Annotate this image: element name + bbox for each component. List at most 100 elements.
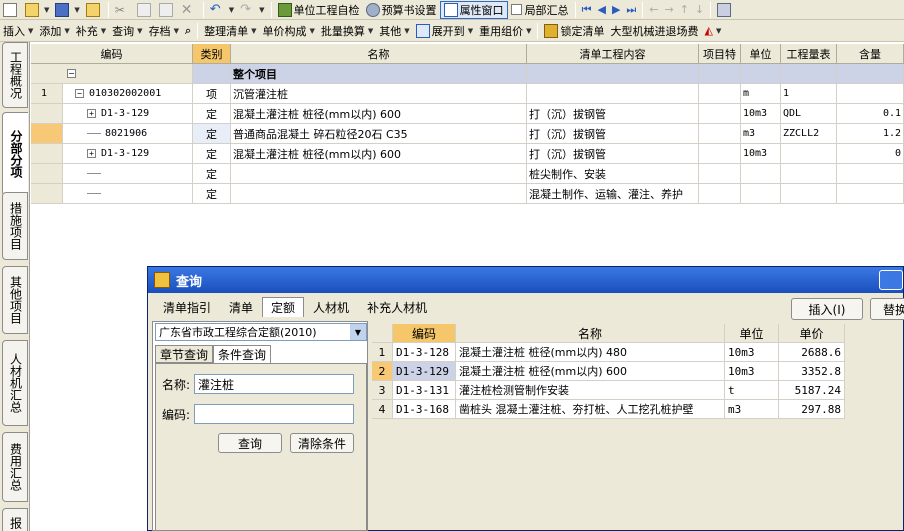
unit-cell[interactable]: 10m3 (741, 104, 781, 124)
tab-chapter-search[interactable]: 章节查询 (155, 345, 214, 363)
content-cell[interactable]: 打（沉）拔钢管 (527, 124, 699, 144)
tab-supplement-labor-material[interactable]: 补充人材机 (358, 297, 436, 317)
archive-menu[interactable]: 存档 ▼ (146, 22, 182, 40)
code-cell[interactable] (31, 184, 193, 204)
query-button[interactable]: 查询 (218, 433, 282, 453)
name-cell[interactable]: 混凝土灌注桩 桩径(mm以内) 600 (231, 144, 527, 164)
insert-button[interactable]: 插入(I) (791, 298, 863, 320)
name-cell[interactable]: 混凝土灌注桩 桩径(mm以内) 480 (456, 343, 725, 362)
fill-color-button[interactable]: ◭ ▼ (701, 22, 724, 40)
cut-button[interactable]: ✂ (112, 1, 134, 19)
type-cell[interactable]: 定 (193, 144, 231, 164)
property-window-button[interactable]: 属性窗口 (439, 0, 508, 19)
feature-cell[interactable] (699, 124, 741, 144)
name-cell[interactable]: 沉管灌注桩 (231, 84, 527, 104)
find-button[interactable]: ⌕ (182, 22, 194, 40)
copy-button[interactable] (134, 1, 156, 19)
calculator-button[interactable] (714, 1, 736, 19)
new-file-button[interactable] (0, 1, 22, 19)
minimize-button[interactable] (879, 270, 903, 290)
result-row[interactable]: 3 D1-3-131 灌注桩检测管制作安装 t 5187.24 (372, 381, 845, 400)
header-code[interactable]: 编码 (31, 44, 193, 64)
type-cell[interactable]: 定 (193, 184, 231, 204)
price-cell[interactable]: 2688.6 (779, 343, 845, 362)
undo-button[interactable]: ↶ ▼ (207, 1, 237, 19)
code-cell[interactable]: − (31, 64, 193, 84)
header-unit[interactable]: 单位 (725, 324, 779, 343)
table-row[interactable]: 定 混凝土制作、运输、灌注、养护 (31, 184, 904, 204)
move-up-button[interactable]: ↑ (677, 1, 692, 19)
other-menu[interactable]: 其他 ▼ (376, 22, 412, 40)
unit-cell[interactable] (741, 164, 781, 184)
unit-cell[interactable]: m3 (725, 400, 779, 419)
amount-cell[interactable] (837, 64, 904, 84)
table-row[interactable]: − 整个项目 (31, 64, 904, 84)
delete-button[interactable]: ✕ (178, 1, 200, 19)
tab-labor-material-summary[interactable]: 人材机汇总 (2, 340, 28, 426)
tab-list[interactable]: 清单 (220, 297, 262, 317)
quantity-cell[interactable] (781, 184, 837, 204)
name-cell[interactable]: 普通商品混凝土 碎石粒径20石 C35 (231, 124, 527, 144)
local-summary-checkbox[interactable]: 局部汇总 (508, 1, 572, 19)
name-input[interactable]: 灌注桩 (194, 374, 354, 394)
folder2-button[interactable] (83, 1, 105, 19)
tab-condition-search[interactable]: 条件查询 (213, 345, 272, 363)
code-cell[interactable]: + D1-3-129 (31, 104, 193, 124)
replace-button[interactable]: 替换 (870, 298, 904, 320)
header-price[interactable]: 单价 (779, 324, 845, 343)
content-cell[interactable] (527, 64, 699, 84)
first-button[interactable]: ⏮ (579, 1, 595, 19)
result-row[interactable]: 4 D1-3-168 凿桩头 混凝土灌注桩、夯打桩、人工挖孔桩护壁 m3 297… (372, 400, 845, 419)
type-cell[interactable]: 定 (193, 104, 231, 124)
header-name[interactable]: 名称 (456, 324, 725, 343)
content-cell[interactable]: 打（沉）拔钢管 (527, 104, 699, 124)
quantity-cell[interactable]: 1 (781, 84, 837, 104)
type-cell[interactable] (193, 64, 231, 84)
name-cell[interactable]: 混凝土灌注桩 桩径(mm以内) 600 (456, 362, 725, 381)
quantity-cell[interactable]: ZZCLL2 (781, 124, 837, 144)
type-cell[interactable]: 定 (193, 164, 231, 184)
amount-cell[interactable] (837, 84, 904, 104)
last-button[interactable]: ⏭ (623, 1, 639, 19)
name-cell[interactable]: 凿桩头 混凝土灌注桩、夯打桩、人工挖孔桩护壁 (456, 400, 725, 419)
code-cell[interactable]: D1-3-129 (393, 362, 456, 381)
move-left-button[interactable]: ← (646, 1, 661, 19)
name-cell[interactable]: 整个项目 (231, 64, 527, 84)
code-cell[interactable]: D1-3-168 (393, 400, 456, 419)
header-feature[interactable]: 项目特 (699, 44, 741, 64)
code-cell[interactable]: + D1-3-129 (31, 144, 193, 164)
content-cell[interactable]: 混凝土制作、运输、灌注、养护 (527, 184, 699, 204)
result-row[interactable]: 1 D1-3-128 混凝土灌注桩 桩径(mm以内) 480 10m3 2688… (372, 343, 845, 362)
unit-cell[interactable]: t (725, 381, 779, 400)
content-cell[interactable]: 打（沉）拔钢管 (527, 144, 699, 164)
next-button[interactable]: ▶ (609, 1, 623, 19)
expand-to-menu[interactable]: 展开到 ▼ (413, 22, 476, 40)
move-down-button[interactable]: ↓ (692, 1, 707, 19)
move-right-button[interactable]: → (662, 1, 677, 19)
amount-cell[interactable]: 1.2 (837, 124, 904, 144)
header-content[interactable]: 清单工程内容 (527, 44, 699, 64)
code-cell[interactable]: D1-3-131 (393, 381, 456, 400)
unit-cell[interactable]: m3 (741, 124, 781, 144)
feature-cell[interactable] (699, 64, 741, 84)
collapse-icon[interactable]: − (67, 69, 76, 78)
supplement-menu[interactable]: 补充 ▼ (73, 22, 109, 40)
expand-icon[interactable]: + (87, 109, 96, 118)
prev-button[interactable]: ◀ (594, 1, 608, 19)
tab-project-overview[interactable]: 工程概况 (2, 42, 28, 108)
header-name[interactable]: 名称 (231, 44, 527, 64)
header-quantity-expr[interactable]: 工程量表 (781, 44, 837, 64)
paste-button[interactable] (156, 1, 178, 19)
table-row[interactable]: + D1-3-129 定 混凝土灌注桩 桩径(mm以内) 600 打（沉）拔钢管… (31, 144, 904, 164)
content-cell[interactable]: 桩尖制作、安装 (527, 164, 699, 184)
chevron-down-icon[interactable]: ▼ (350, 324, 366, 340)
batch-convert-menu[interactable]: 批量换算 ▼ (318, 22, 376, 40)
organize-list-menu[interactable]: 整理清单 ▼ (201, 22, 259, 40)
add-menu[interactable]: 添加 ▼ (36, 22, 72, 40)
table-row[interactable]: 1 − 010302002001 项 沉管灌注桩 m 1 (31, 84, 904, 104)
feature-cell[interactable] (699, 184, 741, 204)
type-cell[interactable]: 定 (193, 124, 231, 144)
name-cell[interactable] (231, 164, 527, 184)
type-cell[interactable]: 项 (193, 84, 231, 104)
tab-list-guide[interactable]: 清单指引 (154, 297, 220, 317)
